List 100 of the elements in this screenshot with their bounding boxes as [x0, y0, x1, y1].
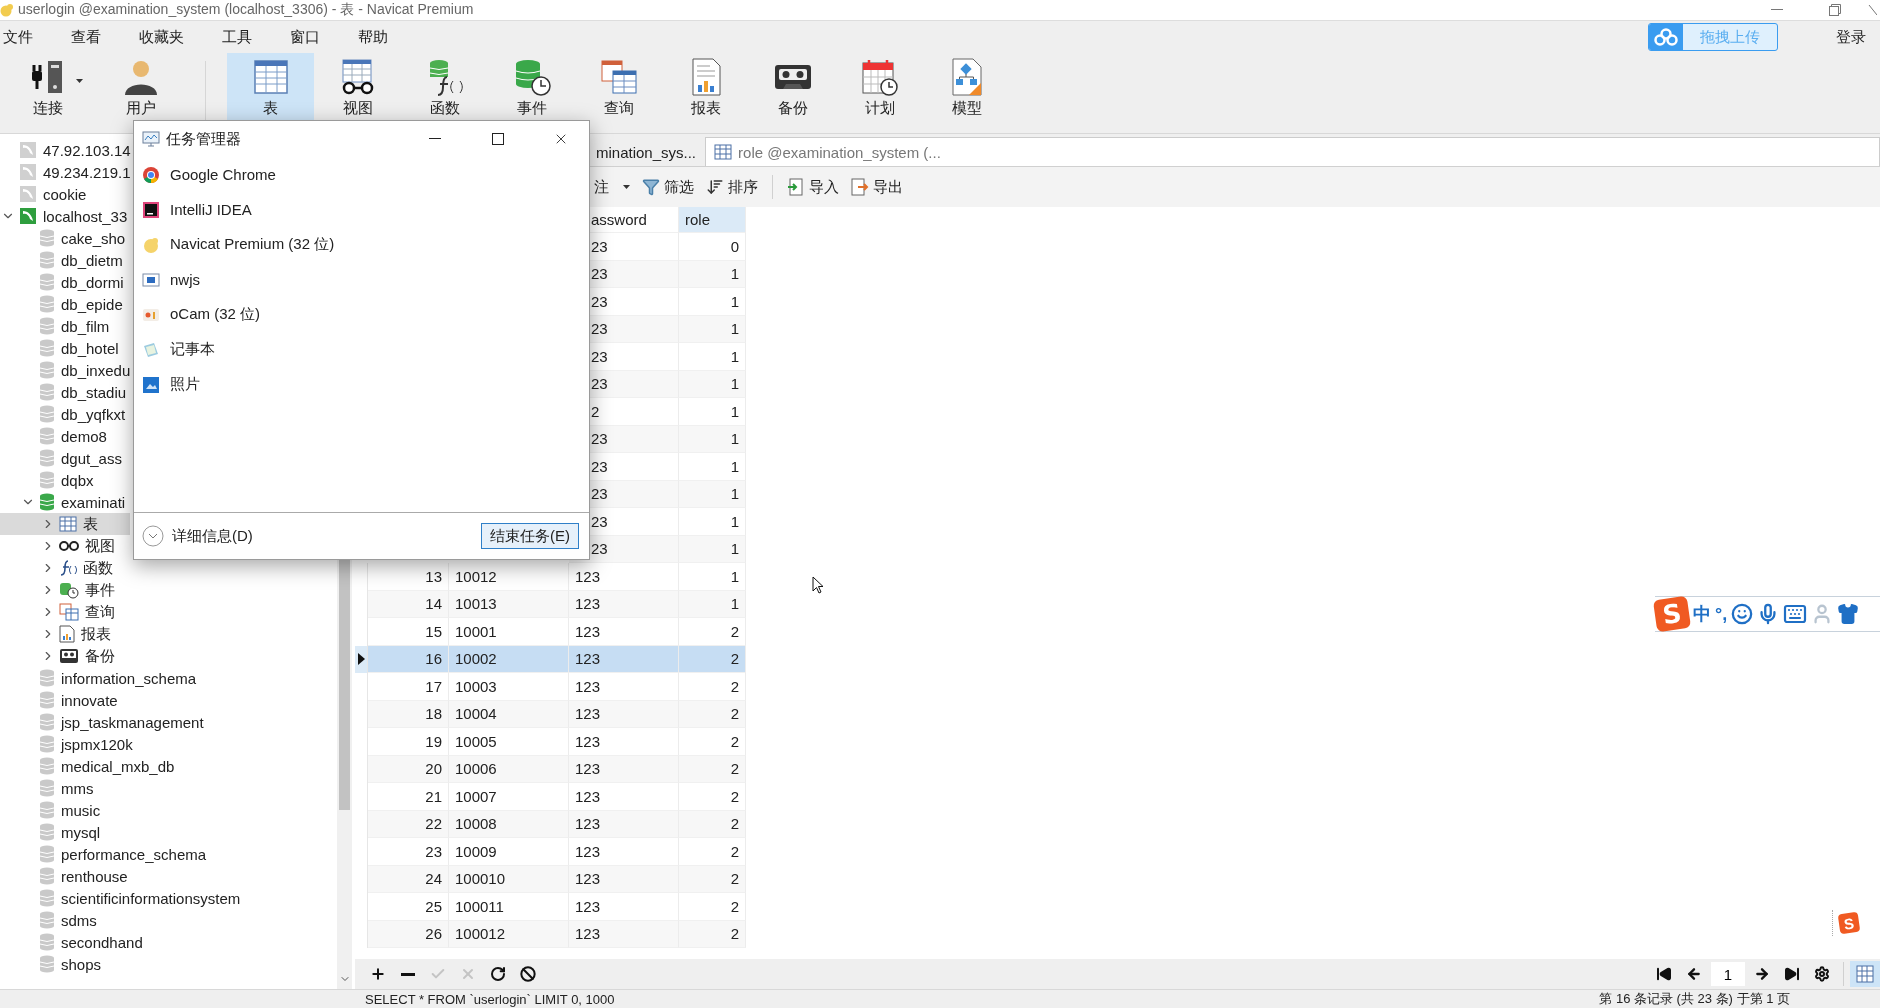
end-task-button[interactable]: 结束任务(E): [481, 523, 579, 549]
row-number: 23: [368, 838, 449, 866]
table-cell: 2: [679, 700, 746, 728]
app-item[interactable]: Google Chrome: [134, 157, 589, 192]
tree-item[interactable]: localhost_33: [0, 205, 130, 227]
tree-item[interactable]: 47.92.103.14: [0, 139, 133, 161]
tree-item[interactable]: shops: [0, 953, 130, 975]
tree-item[interactable]: 49.234.219.1: [0, 161, 133, 183]
table-cell: 1: [679, 260, 746, 288]
tree-item[interactable]: 备份: [0, 645, 130, 667]
tree-item[interactable]: 函数: [0, 557, 130, 579]
row-number: 22: [368, 810, 449, 838]
tree-item[interactable]: mms: [0, 777, 130, 799]
tree-item[interactable]: 查询: [0, 601, 130, 623]
tree-item[interactable]: jspmx120k: [0, 733, 135, 755]
export-button[interactable]: 导出: [847, 175, 907, 199]
row-number: 17: [368, 673, 449, 701]
toolbar-button[interactable]: 备份: [749, 53, 836, 133]
filter-button[interactable]: 筛选: [638, 175, 698, 199]
table-cell: 123: [569, 563, 679, 591]
tree-item[interactable]: 表: [0, 513, 130, 535]
tree-item[interactable]: 事件: [0, 579, 130, 601]
tree-item[interactable]: 视图: [0, 535, 130, 557]
tree-item[interactable]: db_yqfkxt: [0, 403, 130, 425]
menu-item[interactable]: 查看: [71, 27, 101, 47]
tree-item[interactable]: db_hotel: [0, 337, 130, 359]
tab[interactable]: role @examination_system (...: [705, 137, 1880, 166]
tree-item[interactable]: examinati: [0, 491, 130, 513]
tab[interactable]: mination_sys...: [587, 137, 706, 166]
table-cell: 123: [569, 893, 679, 921]
table-cell: 10003: [449, 673, 569, 701]
toolbar-button[interactable]: 模型: [923, 53, 1010, 133]
menu-item[interactable]: 帮助: [358, 27, 388, 47]
table-cell: 123: [569, 590, 679, 618]
details-button[interactable]: 详细信息(D): [142, 525, 253, 547]
tree-item[interactable]: mysql: [0, 821, 130, 843]
table-cell: 123: [569, 673, 679, 701]
table-cell: 10004: [449, 700, 569, 728]
tree-item[interactable]: db_epide: [0, 293, 130, 315]
table-cell: 2: [679, 865, 746, 893]
tree-item[interactable]: renthouse: [0, 865, 130, 887]
table-cell: 1: [679, 343, 746, 371]
sort-button[interactable]: 排序: [702, 175, 762, 199]
table-cell: 1: [679, 425, 746, 453]
table-cell: 123: [569, 920, 679, 948]
tree-item[interactable]: medical_mxb_db: [0, 755, 177, 777]
tree-item[interactable]: db_film: [0, 315, 130, 337]
column-header[interactable]: role: [679, 207, 746, 233]
import-button[interactable]: 导入: [783, 175, 843, 199]
tree-item[interactable]: scientificinformationsystem: [0, 887, 243, 909]
note-button[interactable]: 注: [590, 175, 634, 199]
table-cell: 1: [679, 315, 746, 343]
tree-item[interactable]: db_dormi: [0, 271, 130, 293]
tree-item[interactable]: innovate: [0, 689, 130, 711]
toolbar-button[interactable]: 连接: [4, 53, 91, 133]
tree-item[interactable]: dqbx: [0, 469, 130, 491]
tree-item[interactable]: dgut_ass: [0, 447, 130, 469]
page-field[interactable]: 1: [1711, 962, 1745, 986]
row-number: 24: [368, 865, 449, 893]
toolbar-button[interactable]: 报表: [662, 53, 749, 133]
login-link[interactable]: 登录: [1836, 27, 1866, 47]
table-cell: 2: [679, 893, 746, 921]
tree-item[interactable]: db_dietm: [0, 249, 130, 271]
tree-item[interactable]: 报表: [0, 623, 130, 645]
tree-item[interactable]: performance_schema: [0, 843, 209, 865]
window-title: userlogin @examination_system (localhost_3306) - 表 - Navicat Premium: [18, 1, 474, 19]
tree-item[interactable]: secondhand: [0, 931, 145, 953]
menu-item[interactable]: 窗口: [290, 27, 320, 47]
table-cell: 10012: [449, 563, 569, 591]
row-number: 19: [368, 728, 449, 756]
row-number: 25: [368, 893, 449, 921]
table-cell: 100012: [449, 920, 569, 948]
row-number: 15: [368, 618, 449, 646]
tree-item[interactable]: demo8: [0, 425, 130, 447]
tree-item[interactable]: sdms: [0, 909, 130, 931]
menu-item[interactable]: 工具: [222, 27, 252, 47]
ime-mode[interactable]: 中: [1693, 602, 1711, 626]
tree-item[interactable]: db_stadiu: [0, 381, 130, 403]
menu-item[interactable]: 文件: [3, 27, 33, 47]
table-cell: 123: [569, 618, 679, 646]
table-cell: 10009: [449, 838, 569, 866]
table-cell: 1: [679, 288, 746, 316]
menu-item[interactable]: 收藏夹: [139, 27, 184, 47]
table-cell: 10005: [449, 728, 569, 756]
table-cell: 1: [679, 453, 746, 481]
tree-item[interactable]: cookie: [0, 183, 130, 205]
table-cell: 10001: [449, 618, 569, 646]
tree-item[interactable]: cake_sho: [0, 227, 130, 249]
table-cell: 1: [679, 370, 746, 398]
table-cell: 2: [679, 755, 746, 783]
toolbar-button[interactable]: 计划: [836, 53, 923, 133]
tree-item[interactable]: music: [0, 799, 130, 821]
tree-item[interactable]: jsp_taskmanagement: [0, 711, 206, 733]
tree-item[interactable]: db_inxedu: [0, 359, 133, 381]
row-number: 26: [368, 920, 449, 948]
tree-item[interactable]: information_schema: [0, 667, 199, 689]
table-cell: 100011: [449, 893, 569, 921]
table-cell: 1: [679, 508, 746, 536]
punctuation-mode[interactable]: °,: [1715, 603, 1728, 625]
table-cell: 1: [679, 535, 746, 563]
